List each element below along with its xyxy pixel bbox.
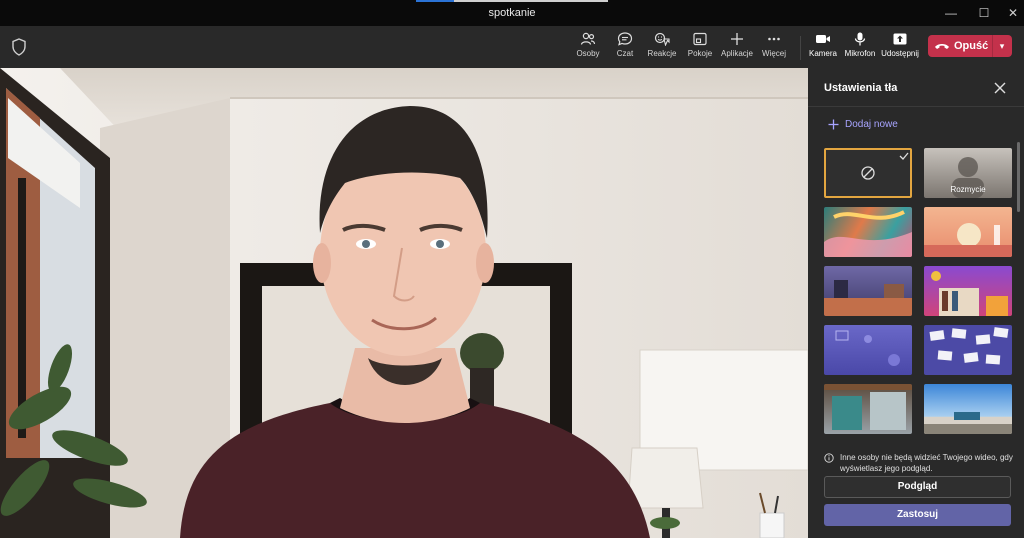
plus-icon [828,119,839,129]
close-window-button[interactable]: ✕ [1004,4,1022,22]
background-thumbnail-1 [824,210,912,257]
leave-label: Opuść [954,40,989,52]
background-tile-8[interactable] [924,384,1012,434]
apps-button[interactable]: Aplikacje [717,32,757,64]
preview-button[interactable]: Podgląd [824,476,1011,498]
panel-divider [808,106,1024,107]
background-thumbnail-6 [929,327,1009,365]
blur-caption: Rozmycie [950,185,986,194]
reactions-label: Reakcje [647,49,677,58]
people-icon [580,32,596,45]
microphone-icon [854,32,866,46]
leave-button[interactable]: Opuść ▾ [928,35,1012,57]
info-icon [824,453,834,463]
add-new-background-button[interactable]: Dodaj nowe [828,117,898,131]
apps-icon [731,33,743,45]
meeting-toolbar: Osoby Czat Reakcje Pokoje Aplikacje Więc… [0,26,1024,68]
background-thumbnail-3 [824,280,912,316]
background-settings-panel: Ustawienia tła Dodaj nowe Rozmycie Inne … [808,68,1024,538]
add-new-label: Dodaj nowe [845,118,898,130]
background-tile-3[interactable] [824,266,912,316]
preview-info: Inne osoby nie będą widzieć Twojego wide… [824,452,1014,474]
background-tile-6[interactable] [924,325,1012,375]
background-tile-1[interactable] [824,207,912,257]
camera-feed-image [0,68,808,538]
share-label: Udostępnij [881,49,919,58]
title-bar-accent-2 [454,0,608,2]
share-icon [893,33,907,45]
camera-label: Kamera [808,49,837,58]
no-background-icon [861,152,909,180]
shield-icon[interactable] [11,38,27,56]
microphone-label: Mikrofon [844,49,876,58]
microphone-button[interactable]: Mikrofon [840,32,880,64]
reactions-icon [654,32,670,46]
camera-button[interactable]: Kamera [803,32,843,64]
maximize-button[interactable]: ☐ [975,4,993,22]
leave-options-chevron-icon[interactable]: ▾ [992,35,1012,57]
title-bar-accent [416,0,454,2]
rooms-icon [693,32,707,46]
background-thumbnail-5 [835,330,900,366]
rooms-button[interactable]: Pokoje [680,32,720,64]
close-icon[interactable] [992,80,1008,96]
background-tile-4[interactable] [924,266,1012,316]
preview-info-text: Inne osoby nie będą widzieć Twojego wide… [840,453,1013,473]
title-bar: spotkanie — ☐ ✕ [0,0,1024,26]
background-tile-2[interactable] [924,207,1012,257]
video-preview [0,68,808,538]
chat-icon [617,32,633,46]
background-thumbnail-8 [924,412,1012,434]
reactions-button[interactable]: Reakcje [642,32,682,64]
camera-icon [816,35,830,43]
more-icon [768,37,780,41]
panel-title: Ustawienia tła [824,82,898,94]
people-label: Osoby [576,49,600,58]
background-thumbnail-2 [924,223,1012,257]
apps-label: Aplikacje [720,49,753,58]
apply-button[interactable]: Zastosuj [824,504,1011,526]
background-thumbnail-7 [824,384,912,430]
background-thumbnail-4 [931,271,1008,316]
minimize-button[interactable]: — [942,4,960,22]
panel-scrollbar[interactable] [1017,142,1020,212]
background-tile-blur[interactable]: Rozmycie [924,148,1012,198]
more-label: Więcej [761,49,786,58]
more-button[interactable]: Więcej [754,32,794,64]
share-button[interactable]: Udostępnij [880,32,920,64]
rooms-label: Pokoje [687,49,713,58]
background-tile-none[interactable] [824,148,912,198]
background-tile-7[interactable] [824,384,912,434]
chat-button[interactable]: Czat [605,32,645,64]
people-button[interactable]: Osoby [568,32,608,64]
window-title: spotkanie [488,7,536,19]
background-tile-5[interactable] [824,325,912,375]
toolbar-separator [800,36,801,60]
chat-label: Czat [616,49,634,58]
